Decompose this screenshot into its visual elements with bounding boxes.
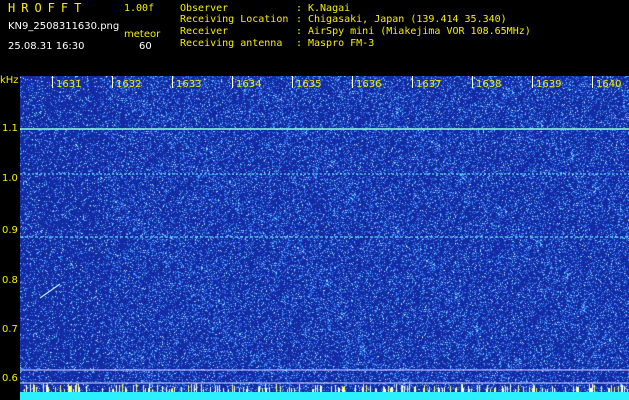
info-value-location: Chigasaki, Japan (139.414 35.340): [308, 14, 507, 25]
x-tick-label: 1639: [536, 79, 562, 90]
info-label-antenna: Receiving antenna: [180, 38, 283, 49]
meteor-count: 60: [139, 41, 152, 52]
x-tick-label: 1638: [476, 79, 502, 90]
header: HROFFT 1.00f KN9_2508311630.png meteor 2…: [0, 0, 629, 76]
x-tick-label: 1640: [596, 79, 622, 90]
meteor-label: meteor: [124, 29, 161, 40]
filename: KN9_2508311630.png: [8, 21, 120, 32]
minute-tick: [52, 76, 53, 88]
x-tick-label: 1637: [416, 79, 442, 90]
minute-tick: [592, 76, 593, 88]
x-tick-label: 1631: [56, 79, 82, 90]
y-axis-unit: kHz: [0, 75, 19, 86]
info-label-location: Receiving Location: [180, 14, 289, 25]
y-tick-label: 0.9: [2, 225, 18, 236]
spectrogram-overlay: [20, 128, 629, 400]
app-title: HROFFT: [8, 1, 88, 15]
meteor-echo: [39, 283, 61, 299]
info-sep: :: [296, 14, 303, 25]
minute-tick: [232, 76, 233, 88]
info-label-receiver: Receiver: [180, 26, 229, 37]
info-value-receiver: AirSpy mini (Miakejima VOR 108.65MHz): [308, 26, 531, 37]
datetime: 25.08.31 16:30: [8, 41, 85, 52]
x-tick-label: 1634: [236, 79, 262, 90]
y-tick-label: 0.7: [2, 324, 18, 335]
spectrogram: [20, 76, 629, 400]
x-tick-label: 1635: [296, 79, 322, 90]
info-sep: :: [296, 38, 303, 49]
y-tick-label: 1.1: [2, 123, 18, 134]
minute-tick: [112, 76, 113, 88]
info-value-antenna: Maspro FM-3: [308, 38, 375, 49]
y-tick-label: 0.6: [2, 373, 18, 384]
y-tick-label: 1.0: [2, 173, 18, 184]
info-sep: :: [296, 26, 303, 37]
x-tick-label: 1636: [356, 79, 382, 90]
minute-tick: [352, 76, 353, 88]
minute-tick: [412, 76, 413, 88]
minute-tick: [172, 76, 173, 88]
y-tick-label: 0.8: [2, 275, 18, 286]
x-tick-label: 1633: [176, 79, 202, 90]
minute-tick: [472, 76, 473, 88]
bottom-noise-band: [20, 392, 629, 400]
minute-tick: [292, 76, 293, 88]
x-tick-label: 1632: [116, 79, 142, 90]
app-version: 1.00f: [124, 3, 155, 14]
minute-tick: [532, 76, 533, 88]
